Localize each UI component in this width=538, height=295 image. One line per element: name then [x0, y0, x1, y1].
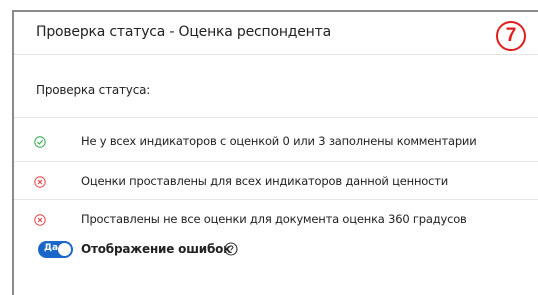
- check-row-error: Проставлены не все оценки для документа …: [14, 202, 538, 238]
- divider: [14, 117, 538, 118]
- divider: [14, 161, 538, 162]
- show-errors-label: Отображение ошибок: [81, 242, 232, 256]
- x-circle-icon: [34, 214, 46, 226]
- x-circle-icon: [34, 176, 46, 188]
- toggle-knob: [58, 243, 71, 256]
- question-circle-icon[interactable]: [224, 242, 238, 256]
- section-label: Проверка статуса:: [36, 83, 151, 97]
- toggle-state-label: Да: [44, 243, 59, 253]
- check-text: Не у всех индикаторов с оценкой 0 или 3 …: [81, 134, 477, 148]
- check-row-ok: Не у всех индикаторов с оценкой 0 или 3 …: [14, 124, 538, 160]
- panel-title: Проверка статуса - Оценка респондента: [36, 24, 331, 40]
- check-text: Оценки проставлены для всех индикаторов …: [81, 174, 449, 188]
- check-text: Проставлены не все оценки для документа …: [81, 212, 467, 226]
- status-check-panel: Проверка статуса - Оценка респондента 7 …: [12, 10, 538, 295]
- step-number-badge: 7: [496, 21, 526, 51]
- check-circle-icon: [34, 136, 46, 148]
- divider: [14, 199, 538, 200]
- check-row-error: Оценки проставлены для всех индикаторов …: [14, 164, 538, 200]
- panel-header: Проверка статуса - Оценка респондента: [14, 12, 538, 55]
- show-errors-toggle[interactable]: Да: [38, 241, 73, 258]
